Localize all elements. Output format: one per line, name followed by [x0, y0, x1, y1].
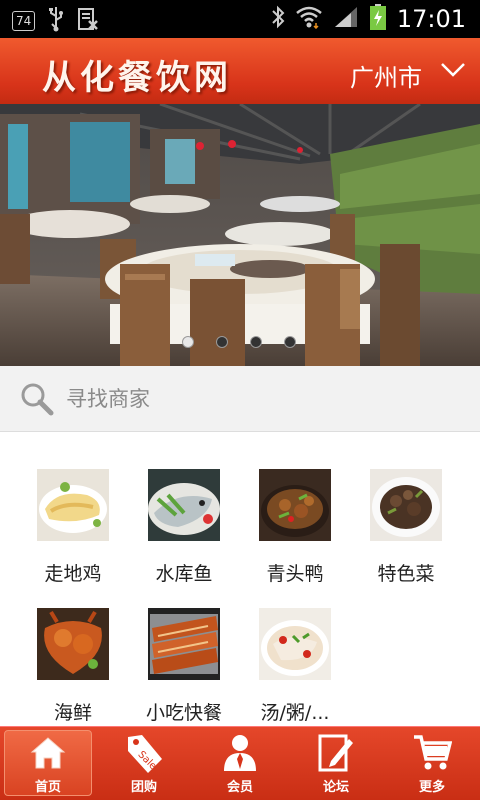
category-label: 水库鱼 [155, 563, 213, 585]
sale-tag-icon: Sale [124, 733, 164, 781]
duck-dish-thumbnail [259, 469, 331, 541]
tab-home[interactable]: 首页 [4, 730, 92, 796]
category-label: 青头鸭 [266, 563, 324, 585]
category-item[interactable]: 水库鱼 [129, 469, 239, 586]
soup-dish-thumbnail [259, 608, 331, 680]
site-title: 从化餐饮网 [42, 58, 232, 98]
carousel-dot[interactable] [284, 336, 296, 348]
forum-edit-icon [317, 733, 355, 777]
home-icon [29, 735, 67, 775]
signal-icon [333, 5, 359, 33]
category-label: 特色菜 [377, 563, 435, 585]
category-item[interactable]: 小吃快餐 [129, 608, 239, 725]
fish-dish-thumbnail [148, 469, 220, 541]
banner-carousel[interactable] [0, 104, 480, 366]
search-icon[interactable] [20, 382, 54, 420]
carousel-dot-active[interactable] [182, 336, 194, 348]
carousel-dot[interactable] [216, 336, 228, 348]
category-item[interactable]: 走地鸡 [18, 469, 128, 586]
tab-label: 会员 [226, 780, 253, 795]
clock: 17:01 [396, 5, 466, 33]
member-icon [221, 733, 259, 777]
category-label: 走地鸡 [44, 563, 102, 585]
category-label: 海鲜 [53, 702, 92, 724]
snack-dish-thumbnail [148, 608, 220, 680]
app-header: 从化餐饮网 广州市 [0, 38, 480, 104]
tab-label: 首页 [34, 780, 61, 795]
category-item[interactable]: 海鲜 [18, 608, 128, 725]
city-selector[interactable]: 广州市 [350, 58, 422, 93]
usb-icon [47, 6, 65, 36]
tab-label: 论坛 [322, 780, 349, 795]
search-bar [0, 366, 480, 432]
notification-count-badge: 74 [12, 11, 36, 31]
category-item[interactable]: 汤/粥/... [240, 608, 350, 725]
wifi-icon [295, 5, 323, 33]
restaurant-photo [0, 104, 480, 366]
category-label: 汤/粥/... [260, 702, 330, 724]
tab-group-buy[interactable]: Sale 团购 [96, 727, 192, 800]
tab-label: 更多 [418, 780, 445, 795]
debug-icon [77, 7, 99, 35]
battery-icon [369, 3, 387, 35]
category-label: 小吃快餐 [145, 702, 222, 724]
chicken-dish-thumbnail [37, 469, 109, 541]
chevron-down-icon[interactable] [440, 62, 466, 82]
category-item[interactable]: 特色菜 [351, 469, 461, 586]
carousel-dot[interactable] [250, 336, 262, 348]
tab-more[interactable]: 更多 [384, 727, 480, 800]
bluetooth-icon [271, 4, 285, 34]
specialty-dish-thumbnail [370, 469, 442, 541]
seafood-dish-thumbnail [37, 608, 109, 680]
tab-forum[interactable]: 论坛 [288, 727, 384, 800]
cart-icon [412, 733, 453, 777]
category-item[interactable]: 青头鸭 [240, 469, 350, 586]
bottom-tab-bar: 首页 Sale 团购 会员 论坛 更多 [0, 726, 480, 800]
tab-member[interactable]: 会员 [192, 727, 288, 800]
status-bar: 74 17:01 [0, 0, 480, 38]
carousel-indicator [0, 336, 480, 360]
tab-label: 团购 [130, 780, 157, 795]
search-input[interactable] [66, 384, 456, 414]
